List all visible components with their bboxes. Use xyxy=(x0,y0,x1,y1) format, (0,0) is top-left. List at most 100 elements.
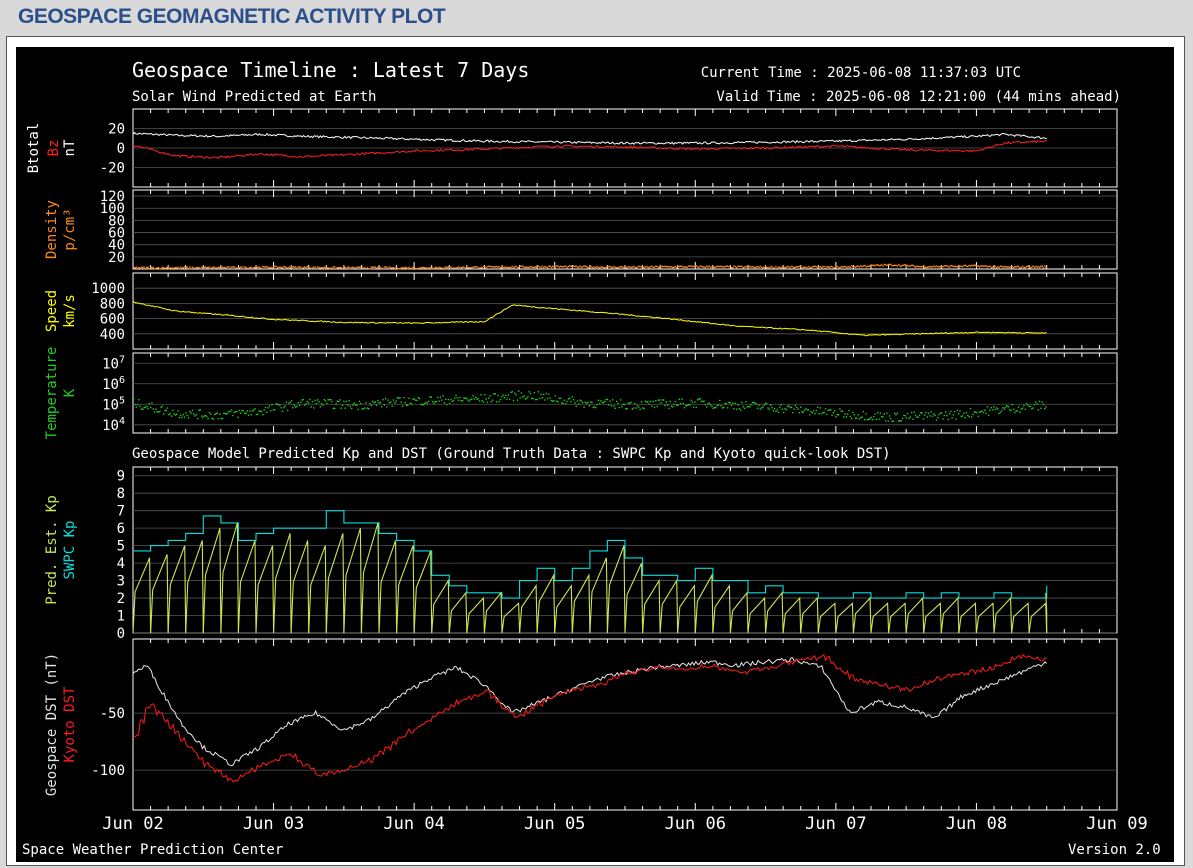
series-density-point xyxy=(869,265,871,267)
series-temperature-point xyxy=(195,414,198,416)
series-temperature-point xyxy=(578,403,580,405)
series-geospace_dst xyxy=(132,657,1048,767)
series-temperature-point xyxy=(523,395,525,397)
series-temperature-point xyxy=(896,412,898,414)
series-density-point xyxy=(742,267,744,269)
series-temperature-point xyxy=(664,404,666,407)
series-density-point xyxy=(841,266,844,268)
series-density-point xyxy=(464,267,466,269)
series-density-point xyxy=(788,265,790,268)
series-temperature-point xyxy=(875,418,878,421)
series-density-point xyxy=(616,267,618,269)
series-density-point xyxy=(508,266,511,269)
series-density-point xyxy=(187,267,190,270)
series-temperature-point xyxy=(625,408,627,410)
series-temperature-point xyxy=(690,399,692,401)
series-temperature-point xyxy=(161,405,164,407)
series-density-point xyxy=(296,267,298,269)
series-density-point xyxy=(418,267,421,269)
series-density-point xyxy=(839,266,841,269)
series-temperature-point xyxy=(499,398,502,401)
series-density-point xyxy=(237,267,239,269)
series-density-point xyxy=(569,265,571,267)
series-temperature-point xyxy=(460,400,462,402)
series-temperature-point xyxy=(482,401,485,403)
series-density-point xyxy=(801,267,803,269)
series-temperature-point xyxy=(753,401,755,404)
series-density-point xyxy=(866,265,868,267)
series-temperature-point xyxy=(1033,403,1036,406)
series-temperature-point xyxy=(542,393,545,396)
chart-title: Geospace Timeline : Latest 7 Days xyxy=(132,58,529,82)
series-density-point xyxy=(225,267,228,269)
series-density-point xyxy=(683,266,686,268)
series-density-point xyxy=(917,265,919,268)
series-temperature-point xyxy=(843,416,845,418)
series-density-point xyxy=(234,267,237,269)
series-density-point xyxy=(310,267,312,270)
series-temperature-point xyxy=(760,407,763,409)
panel-speed-tick-label: 400 xyxy=(100,327,125,343)
series-temperature-point xyxy=(1037,409,1039,411)
series-temperature-point xyxy=(794,404,797,407)
series-density-point xyxy=(289,267,291,269)
series-temperature-point xyxy=(1038,400,1041,403)
series-density-point xyxy=(533,266,536,268)
series-temperature-point xyxy=(852,411,854,414)
series-density-point xyxy=(301,267,303,270)
series-temperature-point xyxy=(546,397,549,400)
series-density-point xyxy=(425,267,427,269)
series-temperature-point xyxy=(147,407,149,410)
series-temperature-point xyxy=(585,402,588,405)
series-density-point xyxy=(634,266,636,269)
series-temperature-point xyxy=(580,400,583,402)
series-temperature-point xyxy=(557,401,559,403)
series-density-point xyxy=(745,266,747,268)
series-temperature-point xyxy=(1044,408,1046,410)
series-temperature-point xyxy=(224,412,226,415)
series-temperature-point xyxy=(952,414,955,416)
series-temperature-point xyxy=(582,401,584,404)
series-temperature-point xyxy=(454,397,456,399)
series-temperature-point xyxy=(960,415,962,418)
series-temperature-point xyxy=(236,410,238,413)
series-temperature-point xyxy=(884,420,887,422)
series-temperature-point xyxy=(736,408,738,410)
panel-mag-tick-label: 0 xyxy=(117,141,125,157)
series-temperature-point xyxy=(341,404,344,407)
series-density-point xyxy=(708,265,710,267)
series-temperature-point xyxy=(437,396,439,399)
series-temperature-point xyxy=(652,400,654,403)
series-temperature-point xyxy=(943,414,945,417)
series-density-point xyxy=(304,266,306,268)
series-density-point xyxy=(203,266,205,268)
series-temperature-point xyxy=(298,404,301,407)
series-density-point xyxy=(954,265,956,268)
series-temperature-point xyxy=(965,411,968,414)
series-density-point xyxy=(1019,267,1021,269)
series-density-point xyxy=(452,267,455,269)
series-density-point xyxy=(789,267,791,269)
series-temperature-point xyxy=(706,406,708,408)
series-density-point xyxy=(715,266,717,268)
series-density-point xyxy=(1033,266,1036,268)
series-temperature-point xyxy=(766,403,768,405)
series-temperature-point xyxy=(826,413,828,416)
series-temperature-point xyxy=(250,414,252,416)
series-density-point xyxy=(183,266,186,268)
series-density-point xyxy=(990,266,992,269)
series-density-point xyxy=(290,267,293,269)
series-temperature-point xyxy=(811,412,814,414)
series-density-point xyxy=(901,264,904,266)
series-temperature-point xyxy=(493,393,495,395)
series-density-point xyxy=(943,265,945,267)
series-temperature-point xyxy=(139,405,141,407)
series-temperature-point xyxy=(616,400,618,403)
series-temperature-point xyxy=(724,402,726,405)
series-density-point xyxy=(518,266,520,269)
series-temperature-point xyxy=(429,396,431,398)
series-temperature-point xyxy=(378,402,380,404)
series-density-point xyxy=(208,266,211,268)
series-temperature-point xyxy=(961,415,964,417)
series-density-point xyxy=(317,266,319,268)
